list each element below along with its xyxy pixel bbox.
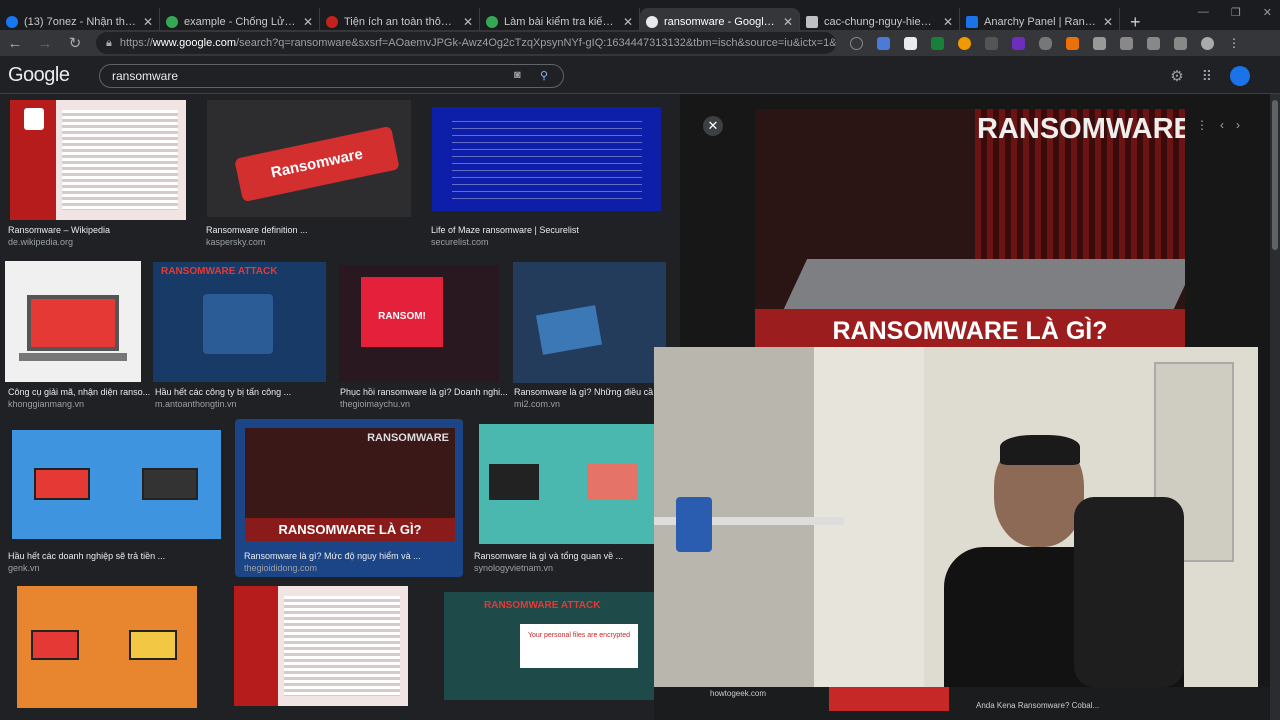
result-caption[interactable]: Công cụ giải mã, nhận diện ranso... khong…	[8, 386, 150, 410]
site-icon	[326, 16, 338, 28]
close-tab-icon[interactable]: ✕	[143, 15, 153, 29]
result-caption[interactable]: Ransomware là gì và tổng quan về ... syno…	[474, 550, 623, 574]
preview-image[interactable]: RANSOMWARE RANSOMWARE LÀ GÌ?	[755, 109, 1185, 354]
result-thumbnail-selected[interactable]: RANSOMWARE RANSOMWARE LÀ GÌ?	[245, 428, 455, 541]
download-icon[interactable]	[1174, 36, 1187, 50]
lock-icon: 🔒︎	[106, 36, 112, 49]
result-thumbnail[interactable]: Ransomware	[207, 100, 411, 217]
back-icon[interactable]: ←	[0, 35, 30, 52]
collections-icon[interactable]	[1147, 36, 1160, 50]
avatar[interactable]	[1230, 66, 1250, 86]
search-input[interactable]: ransomware ◙ ⚲	[99, 64, 564, 88]
camera-icon[interactable]: ◙	[514, 69, 521, 81]
result-thumbnail[interactable]: RANSOMWARE ATTACK Your personal files ar…	[444, 592, 654, 700]
site-icon	[966, 16, 978, 28]
close-tab-icon[interactable]: ✕	[463, 15, 473, 29]
close-tab-icon[interactable]: ✕	[623, 15, 633, 29]
star-icon[interactable]	[850, 36, 863, 50]
result-caption[interactable]: Ransomware là gì? Những điều cần b... mi2…	[514, 386, 666, 410]
extension-icon[interactable]	[931, 36, 944, 50]
extension-icon[interactable]	[904, 36, 917, 50]
site-icon	[486, 16, 498, 28]
result-caption[interactable]: Hầu hết các công ty bị tấn công ... m.ant…	[155, 386, 291, 410]
gear-icon[interactable]: ⚙	[1170, 67, 1183, 85]
more-options-icon[interactable]: ⋮	[1196, 118, 1208, 132]
profile-icon[interactable]	[1201, 36, 1214, 50]
close-tab-icon[interactable]: ✕	[1103, 15, 1113, 29]
close-tab-icon[interactable]: ✕	[943, 15, 953, 29]
result-thumbnail[interactable]	[17, 586, 197, 708]
reload-icon[interactable]: ↻	[60, 34, 90, 52]
google-header: Google ransomware ◙ ⚲ ⚙ ⠿	[0, 56, 1280, 94]
image-results-grid: Ransomware – Wikipedia de.wikipedia.org R…	[0, 94, 680, 720]
minimize-icon[interactable]: —	[1198, 6, 1209, 19]
address-bar[interactable]: 🔒︎ https://www.google.com/search?q=ranso…	[96, 32, 836, 54]
scrollbar-thumb[interactable]	[1272, 100, 1278, 250]
webcam-overlay	[654, 347, 1258, 687]
shield-icon[interactable]	[1039, 36, 1052, 50]
result-thumbnail[interactable]	[12, 430, 221, 539]
result-thumbnail[interactable]: RANSOM!	[339, 265, 499, 382]
chevron-right-icon[interactable]: ›	[1236, 118, 1240, 132]
result-caption[interactable]: Phục hồi ransomware là gì? Doanh nghi...…	[340, 386, 508, 410]
chevron-left-icon[interactable]: ‹	[1220, 118, 1224, 132]
forward-icon[interactable]: →	[30, 35, 60, 52]
extensions-bar: ⋮	[850, 36, 1241, 50]
result-thumbnail[interactable]	[10, 100, 186, 220]
google-icon	[646, 16, 658, 28]
menu-icon[interactable]: ⋮	[1228, 36, 1241, 50]
browser-toolbar: ← → ↻ 🔒︎ https://www.google.com/search?q…	[0, 30, 1280, 56]
result-caption[interactable]: Ransomware definition ... kaspersky.com	[206, 224, 308, 248]
window-controls: — ❐ ✕	[1198, 6, 1272, 19]
close-tab-icon[interactable]: ✕	[303, 15, 313, 29]
scrollbar[interactable]	[1270, 94, 1280, 720]
result-thumbnail[interactable]	[432, 107, 661, 211]
related-results-strip: howtogeek.com Anda Kena Ransomware? Coba…	[654, 687, 1270, 720]
document-icon	[806, 16, 818, 28]
google-logo[interactable]: Google	[8, 64, 70, 87]
close-tab-icon[interactable]: ✕	[783, 15, 793, 29]
extension-icon[interactable]	[877, 36, 890, 50]
facebook-icon	[6, 16, 18, 28]
extension-icon[interactable]	[985, 36, 998, 50]
extension-icon[interactable]	[1012, 36, 1025, 50]
header-actions: ⚙ ⠿	[1170, 66, 1250, 86]
result-caption[interactable]: Life of Maze ransomware | Securelist secu…	[431, 224, 579, 248]
apps-icon[interactable]: ⠿	[1202, 68, 1212, 85]
result-caption[interactable]: Ransomware là gì? Mức độ nguy hiểm và ..…	[244, 550, 421, 574]
close-icon[interactable]: ✕	[703, 116, 723, 136]
puzzle-icon[interactable]	[1093, 36, 1106, 50]
close-window-icon[interactable]: ✕	[1263, 6, 1272, 19]
result-thumbnail[interactable]	[234, 586, 408, 706]
search-icon[interactable]: ⚲	[540, 69, 548, 82]
result-thumbnail[interactable]	[513, 262, 666, 383]
site-icon	[166, 16, 178, 28]
bookmark-icon[interactable]	[1120, 36, 1133, 50]
preview-nav: ⋮ ‹ ›	[1196, 118, 1240, 132]
extension-icon[interactable]	[958, 36, 971, 50]
result-thumbnail[interactable]: RANSOMWARE ATTACK	[153, 262, 326, 382]
result-caption[interactable]: Hầu hết các doanh nghiệp sẽ trả tiền ...…	[8, 550, 165, 574]
extension-icon[interactable]	[1066, 36, 1079, 50]
result-caption[interactable]: Ransomware – Wikipedia de.wikipedia.org	[8, 224, 110, 248]
restore-icon[interactable]: ❐	[1231, 6, 1241, 19]
result-thumbnail[interactable]	[5, 261, 141, 382]
result-thumbnail[interactable]	[479, 424, 654, 544]
